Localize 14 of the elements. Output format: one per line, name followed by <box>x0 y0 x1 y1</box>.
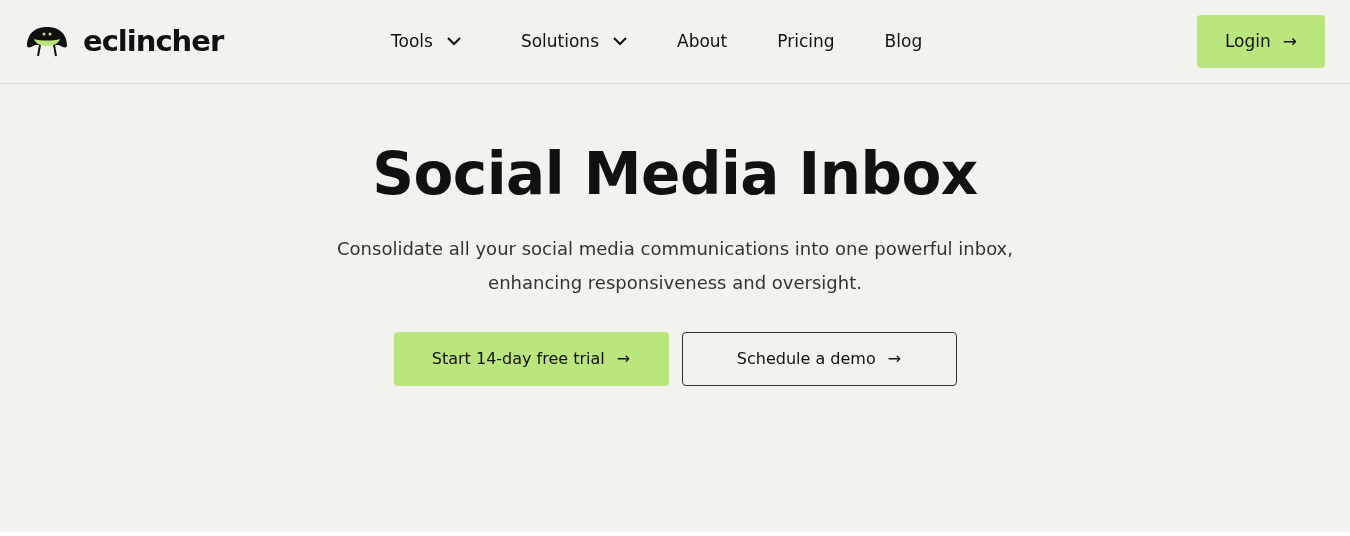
hero-title: Social Media Inbox <box>372 139 978 210</box>
nav-link[interactable]: About <box>677 28 728 55</box>
nav-link[interactable]: Tools <box>391 28 461 55</box>
nav-link[interactable]: Blog <box>884 28 923 55</box>
logo-icon <box>25 25 69 58</box>
nav-link[interactable]: Solutions <box>520 28 627 55</box>
chevron-down-icon <box>613 37 627 46</box>
hero-subtitle: Consolidate all your social media communications into one powerful inbox, enhancing responsiveness and oversight. <box>336 237 1014 295</box>
login-button[interactable]: Login → <box>1197 15 1325 68</box>
demo-button[interactable]: Schedule a demo → <box>681 332 957 386</box>
logo-wordmark[interactable]: eclincher <box>83 19 224 64</box>
chevron-down-icon <box>446 37 461 46</box>
nav-link[interactable]: Pricing <box>777 28 835 55</box>
trial-button[interactable]: Start 14-day free trial → <box>393 332 669 386</box>
